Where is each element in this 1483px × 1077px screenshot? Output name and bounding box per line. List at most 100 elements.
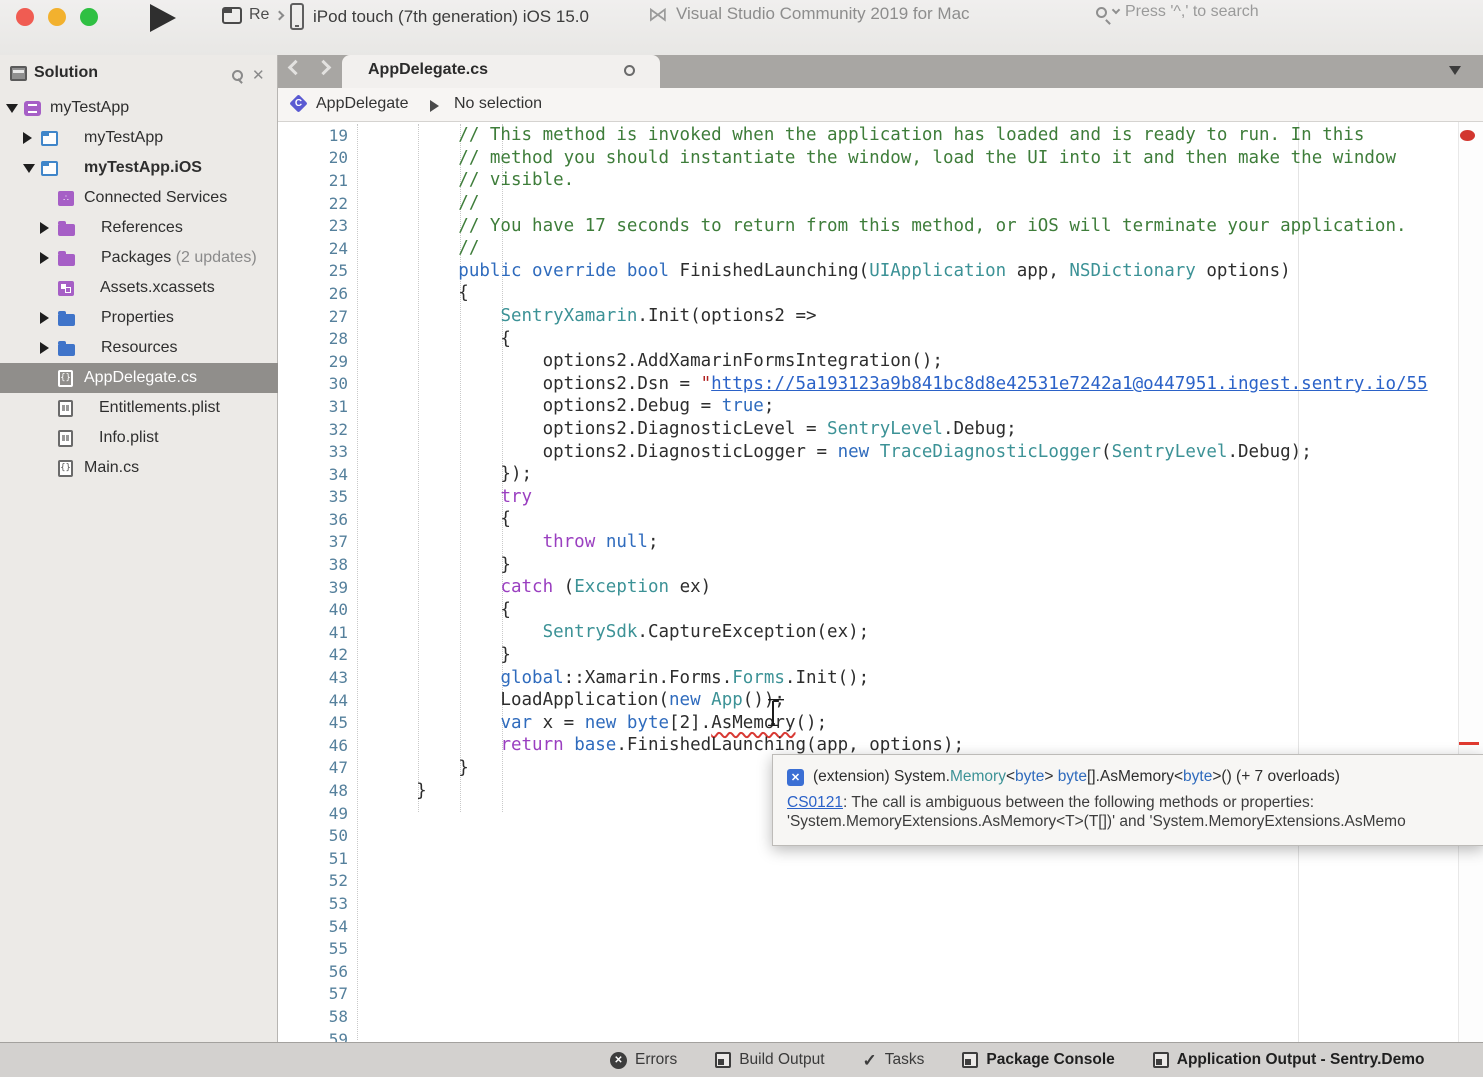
code-line[interactable]: 42 }	[278, 644, 1483, 667]
code-line[interactable]: 43 global::Xamarin.Forms.Forms.Init();	[278, 666, 1483, 689]
expand-arrow-icon[interactable]	[40, 312, 49, 324]
solution-pad: Solution ✕ myTestAppmyTestAppmyTestApp.i…	[0, 55, 278, 1042]
sidebar-item-mytestapp[interactable]: myTestApp	[0, 93, 278, 123]
code-line[interactable]: 23 // You have 17 seconds to return from…	[278, 214, 1483, 237]
sidebar-item-appdelegate-cs[interactable]: {}AppDelegate.cs	[0, 363, 278, 393]
code-line[interactable]: 57	[278, 983, 1483, 1006]
sidebar-item-info-plist[interactable]: Info.plist	[0, 423, 278, 453]
code-text: // You have 17 seconds to return from th…	[374, 216, 1407, 236]
code-line[interactable]: 30 options2.Dsn = "https://5a193123a9b84…	[278, 373, 1483, 396]
code-line[interactable]: 35 try	[278, 486, 1483, 509]
code-line[interactable]: 58	[278, 1005, 1483, 1028]
solution-tree: myTestApp myTestApp myTestApp.iOS ∴Connecte…	[0, 93, 278, 483]
code-text: {	[374, 283, 469, 303]
code-line[interactable]: 59	[278, 1028, 1483, 1042]
sidebar-item-label: myTestApp.iOS	[84, 159, 202, 177]
sidebar-item-entitlements-plist[interactable]: Entitlements.plist	[0, 393, 278, 423]
code-line[interactable]: 53	[278, 892, 1483, 915]
line-number: 33	[278, 442, 348, 461]
tooltip-signature-text: (extension) System.Memory<byte> byte[].A…	[813, 768, 1340, 786]
close-window-button[interactable]	[16, 8, 34, 26]
close-pad-icon[interactable]: ✕	[252, 66, 265, 84]
code-line[interactable]: 19 // This method is invoked when the ap…	[278, 124, 1483, 147]
statusbar-package-console[interactable]: Package Console	[962, 1051, 1114, 1069]
statusbar-errors[interactable]: ✕Errors	[610, 1051, 677, 1069]
code-line[interactable]: 39 catch (Exception ex)	[278, 576, 1483, 599]
sidebar-item-references[interactable]: References	[0, 213, 278, 243]
run-configuration-selector[interactable]: Re	[222, 6, 283, 24]
code-line[interactable]: 31 options2.Debug = true;	[278, 395, 1483, 418]
search-box[interactable]: Press '^,' to search	[1096, 3, 1259, 21]
statusbar-tasks[interactable]: ✓Tasks	[863, 1051, 925, 1069]
code-line[interactable]: 21 // visible.	[278, 169, 1483, 192]
code-line[interactable]: 22 //	[278, 192, 1483, 215]
sidebar-item-resources[interactable]: Resources	[0, 333, 278, 363]
code-line[interactable]: 54	[278, 915, 1483, 938]
sidebar-item-mytestapp[interactable]: myTestApp	[0, 123, 278, 153]
sidebar-item-packages[interactable]: Packages (2 updates)	[0, 243, 278, 273]
search-icon	[1096, 7, 1107, 18]
tab-appdelegate[interactable]: AppDelegate.cs	[342, 55, 660, 88]
breadcrumb-class[interactable]: AppDelegate	[316, 95, 409, 113]
code-line[interactable]: 40 {	[278, 598, 1483, 621]
device-selector[interactable]: iPod touch (7th generation) iOS 15.0	[290, 3, 589, 30]
visual-studio-logo-icon: ⋈	[648, 4, 668, 24]
code-file-icon: {}	[58, 370, 73, 387]
code-editor[interactable]: 19 // This method is invoked when the ap…	[278, 122, 1483, 1042]
code-line[interactable]: 20 // method you should instantiate the …	[278, 147, 1483, 170]
code-line[interactable]: 56	[278, 960, 1483, 983]
tab-list-dropdown-icon[interactable]	[1449, 66, 1461, 75]
code-line[interactable]: 24 //	[278, 237, 1483, 260]
expand-arrow-icon[interactable]	[40, 342, 49, 354]
navigate-forward-button[interactable]	[316, 60, 332, 76]
code-line[interactable]: 32 options2.DiagnosticLevel = SentryLeve…	[278, 418, 1483, 441]
code-line[interactable]: 44 LoadApplication(new App());	[278, 689, 1483, 712]
code-line[interactable]: 28 {	[278, 327, 1483, 350]
code-line[interactable]: 41 SentrySdk.CaptureException(ex);	[278, 621, 1483, 644]
statusbar-application-output-sentry-demo[interactable]: Application Output - Sentry.Demo	[1153, 1051, 1425, 1069]
statusbar-item-label: Application Output - Sentry.Demo	[1177, 1051, 1425, 1069]
statusbar-build-output[interactable]: Build Output	[715, 1051, 824, 1069]
expand-arrow-icon[interactable]	[23, 132, 32, 144]
code-line[interactable]: 51	[278, 847, 1483, 870]
sidebar-item-connected-services[interactable]: ∴Connected Services	[0, 183, 278, 213]
navigate-back-button[interactable]	[288, 60, 304, 76]
line-number: 38	[278, 555, 348, 574]
line-number: 53	[278, 894, 348, 913]
breadcrumb-selection[interactable]: No selection	[454, 95, 542, 113]
code-line[interactable]: 37 throw null;	[278, 531, 1483, 554]
code-line[interactable]: 34 });	[278, 463, 1483, 486]
code-line[interactable]: 33 options2.DiagnosticLogger = new Trace…	[278, 440, 1483, 463]
sidebar-item-assets-xcassets[interactable]: Assets.xcassets	[0, 273, 278, 303]
code-line[interactable]: 27 SentryXamarin.Init(options2 =>	[278, 305, 1483, 328]
expand-arrow-icon[interactable]	[40, 222, 49, 234]
assets-icon	[58, 281, 74, 296]
sidebar-item-label: References	[101, 219, 183, 237]
sidebar-item-label: myTestApp	[84, 129, 163, 147]
sidebar-item-main-cs[interactable]: {}Main.cs	[0, 453, 278, 483]
minimize-window-button[interactable]	[48, 8, 66, 26]
zoom-window-button[interactable]	[80, 8, 98, 26]
code-line[interactable]: 45 var x = new byte[2].AsMemory();	[278, 711, 1483, 734]
line-number: 46	[278, 736, 348, 755]
code-line[interactable]: 26 {	[278, 282, 1483, 305]
run-button[interactable]	[150, 4, 176, 32]
expand-arrow-icon[interactable]	[40, 252, 49, 264]
sidebar-item-mytestapp-ios[interactable]: myTestApp.iOS	[0, 153, 278, 183]
code-line[interactable]: 36 {	[278, 508, 1483, 531]
line-number: 52	[278, 871, 348, 890]
code-line[interactable]: 29 options2.AddXamarinFormsIntegration()…	[278, 350, 1483, 373]
code-line[interactable]: 38 }	[278, 553, 1483, 576]
code-text: }	[374, 555, 511, 575]
code-line[interactable]: 52	[278, 870, 1483, 893]
line-number: 39	[278, 578, 348, 597]
collapse-arrow-icon[interactable]	[23, 164, 35, 173]
pin-pad-icon[interactable]	[230, 69, 244, 83]
scrollbar-track[interactable]	[1458, 122, 1483, 1042]
line-number: 43	[278, 668, 348, 687]
collapse-arrow-icon[interactable]	[6, 104, 18, 113]
sidebar-item-properties[interactable]: Properties	[0, 303, 278, 333]
error-code-link[interactable]: CS0121	[787, 794, 843, 811]
code-line[interactable]: 55	[278, 937, 1483, 960]
code-line[interactable]: 25 public override bool FinishedLaunchin…	[278, 260, 1483, 283]
